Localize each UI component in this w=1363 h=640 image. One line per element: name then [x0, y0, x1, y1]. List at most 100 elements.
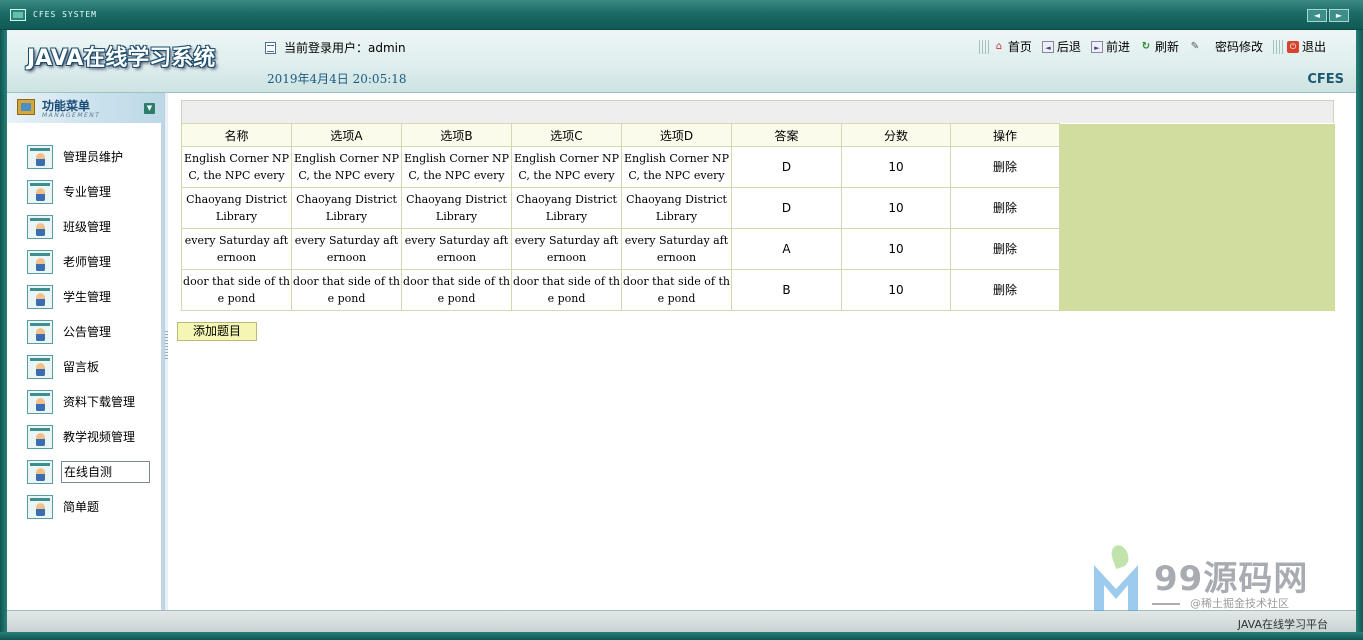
- table-cell-answer: D: [731, 187, 842, 229]
- table-cell-b: every Saturday afternoon: [401, 228, 512, 270]
- question-table: 名称 选项A 选项B 选项C 选项D 答案 分数 操作 English Corner NPC,…: [181, 123, 1335, 311]
- watermark: 99源码网 @稀土掘金技术社区: [1090, 542, 1350, 615]
- sidebar-item[interactable]: 公告管理: [27, 314, 150, 349]
- user-card-icon: [27, 424, 53, 449]
- table-cell-a: door that side of the pond: [291, 269, 402, 311]
- user-card-icon: [27, 459, 53, 484]
- table-filler: [1059, 146, 1335, 311]
- back-link-label: 后退: [1056, 40, 1081, 54]
- user-card-icon: [27, 179, 53, 204]
- delete-button[interactable]: 删除: [950, 228, 1060, 270]
- main-content: 名称 选项A 选项B 选项C 选项D 答案 分数 操作 English Corner NPC,…: [168, 93, 1356, 610]
- refresh-link[interactable]: ↻ 刷新: [1140, 38, 1179, 55]
- sidebar-item[interactable]: 在线自测: [27, 454, 150, 489]
- sidebar-item[interactable]: 管理员维护: [27, 139, 150, 174]
- column-header: 操作: [950, 123, 1060, 147]
- frame-right: [1356, 30, 1363, 640]
- watermark-dash: [1152, 603, 1180, 605]
- forward-link[interactable]: ► 前进: [1090, 38, 1130, 55]
- table-body: English Corner NPC, the NPC every English…: [181, 146, 1335, 311]
- grid-caption-bar: [181, 100, 1334, 123]
- sidebar-item-label: 老师管理: [63, 255, 112, 269]
- sidebar-item-label: 资料下载管理: [63, 395, 136, 409]
- table-cell-d: Chaoyang District Library: [621, 187, 732, 229]
- sidebar-item[interactable]: 专业管理: [27, 174, 150, 209]
- sidebar-item-label: 班级管理: [63, 220, 112, 234]
- table-cell-d: English Corner NPC, the NPC every: [621, 146, 732, 188]
- sidebar-item[interactable]: 老师管理: [27, 244, 150, 279]
- collapse-icon[interactable]: ▼: [144, 103, 155, 114]
- sidebar-item[interactable]: 学生管理: [27, 279, 150, 314]
- table-cell-score: 10: [841, 187, 951, 229]
- table-cell-a: English Corner NPC, the NPC every: [291, 146, 402, 188]
- table-cell-d: door that side of the pond: [621, 269, 732, 311]
- sidebar-item[interactable]: 资料下载管理: [27, 384, 150, 419]
- change-password-link[interactable]: 密码修改: [1215, 38, 1263, 55]
- column-header: 名称: [181, 123, 292, 147]
- refresh-icon: ↻: [1141, 40, 1151, 52]
- sidebar-item[interactable]: 简单题: [27, 489, 150, 524]
- separator: [1272, 39, 1283, 54]
- delete-button[interactable]: 删除: [950, 187, 1060, 229]
- next-arrow-icon[interactable]: ►: [1329, 9, 1349, 22]
- current-datetime: 2019年4月4日 20:05:18: [267, 72, 407, 86]
- table-cell-c: Chaoyang District Library: [511, 187, 622, 229]
- table-cell-score: 10: [841, 228, 951, 270]
- column-header: 选项C: [511, 123, 622, 147]
- app-header: JAVA在线学习系统 当前登录用户：admin 2019年4月4日 20:05:…: [7, 30, 1356, 93]
- table-cell-name: every Saturday afternoon: [181, 228, 292, 270]
- table-cell-name: English Corner NPC, the NPC every: [181, 146, 292, 188]
- home-link-label: 首页: [1007, 40, 1032, 54]
- menu-subtitle: MANAGEMENT: [42, 112, 101, 119]
- table-cell-name: door that side of the pond: [181, 269, 292, 311]
- back-link[interactable]: ◄ 后退: [1041, 38, 1081, 55]
- sidebar-item[interactable]: 班级管理: [27, 209, 150, 244]
- table-filler: [1059, 123, 1335, 147]
- logout-link-label: 退出: [1301, 40, 1326, 54]
- user-card-icon: [27, 144, 53, 169]
- document-icon: [265, 41, 276, 54]
- user-card-icon: [27, 249, 53, 274]
- table-cell-b: door that side of the pond: [401, 269, 512, 311]
- delete-button[interactable]: 删除: [950, 146, 1060, 188]
- table-row: English Corner NPC, the NPC every English…: [181, 146, 1335, 311]
- logout-icon: ⏻: [1286, 40, 1299, 53]
- sidebar-item-label: 简单题: [63, 500, 100, 514]
- current-user: 当前登录用户：admin: [265, 39, 406, 56]
- home-icon: ⌂: [995, 40, 1003, 52]
- table-cell-score: 10: [841, 146, 951, 188]
- user-card-icon: [27, 284, 53, 309]
- prev-arrow-icon[interactable]: ◄: [1307, 9, 1327, 22]
- table-cell-a: every Saturday afternoon: [291, 228, 402, 270]
- table-cell-c: every Saturday afternoon: [511, 228, 622, 270]
- column-header: 选项D: [621, 123, 732, 147]
- password-link[interactable]: ✎: [1189, 41, 1201, 53]
- status-text: JAVA在线学习平台: [1237, 618, 1328, 631]
- watermark-caption: @稀土掘金技术社区: [1190, 597, 1289, 610]
- add-question-button[interactable]: 添加题目: [177, 322, 257, 341]
- menu-header: 功能菜单 MANAGEMENT ▼: [7, 93, 164, 123]
- brand-label: CFES: [1307, 72, 1344, 87]
- delete-button[interactable]: 删除: [950, 269, 1060, 311]
- logout-link[interactable]: ⏻ 退出: [1286, 38, 1326, 55]
- monitor-icon: [10, 9, 26, 21]
- forward-link-label: 前进: [1105, 40, 1130, 54]
- current-user-text: 当前登录用户：admin: [284, 41, 406, 55]
- sidebar-item-label: 专业管理: [63, 185, 112, 199]
- window-title: CFES SYSTEM: [33, 10, 97, 19]
- change-password-label: 密码修改: [1214, 40, 1263, 54]
- window-titlebar: CFES SYSTEM ◄ ►: [0, 0, 1363, 30]
- table-cell-c: English Corner NPC, the NPC every: [511, 146, 622, 188]
- question-grid: 名称 选项A 选项B 选项C 选项D 答案 分数 操作 English Corner NPC,…: [181, 100, 1335, 311]
- back-icon: ◄: [1041, 40, 1054, 53]
- window-nav: ◄ ►: [1307, 9, 1349, 22]
- sidebar-item[interactable]: 教学视频管理: [27, 419, 150, 454]
- home-link[interactable]: ⌂ 首页: [993, 38, 1032, 55]
- refresh-link-label: 刷新: [1154, 40, 1179, 54]
- menu-list: 管理员维护专业管理班级管理老师管理学生管理 公告管理 留言板资料下载管理教学视频管理…: [27, 139, 150, 524]
- user-card-icon: [27, 214, 53, 239]
- column-header: 分数: [841, 123, 951, 147]
- table-cell-d: every Saturday afternoon: [621, 228, 732, 270]
- user-card-icon: [27, 389, 53, 414]
- sidebar-item[interactable]: 留言板: [27, 349, 150, 384]
